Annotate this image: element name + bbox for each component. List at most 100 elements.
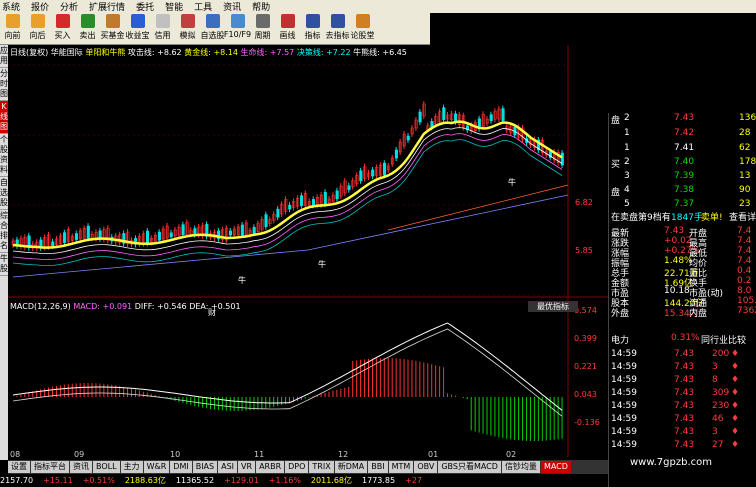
stat-value: 10.18 bbox=[664, 286, 690, 296]
price-tick: 6.82 bbox=[575, 198, 593, 207]
tab-5[interactable]: W&R bbox=[143, 461, 170, 473]
toolbar-button-12[interactable]: 指标 bbox=[300, 13, 325, 44]
tab-17[interactable]: GBS只看MACD bbox=[438, 461, 501, 473]
menu-trade[interactable]: 委托 bbox=[136, 0, 154, 13]
trade-direction: ♦ bbox=[731, 388, 740, 398]
alert-type: 卖单! bbox=[701, 213, 723, 223]
tab-0[interactable]: 设置 bbox=[8, 461, 30, 473]
tab-2[interactable]: 资讯 bbox=[70, 461, 92, 473]
candle-body bbox=[371, 169, 375, 177]
menu-tools[interactable]: 工具 bbox=[194, 0, 212, 13]
bid-level: 2 bbox=[624, 157, 630, 167]
menu-extended[interactable]: 扩展行情 bbox=[89, 0, 125, 13]
bid-row: 盘 4 7.38 90 bbox=[609, 185, 756, 198]
macd-tick: -0.136 bbox=[574, 418, 600, 427]
big-order-alert[interactable]: 在卖盘第9档有 1847手 卖单! 查看详 bbox=[609, 210, 756, 223]
menu-help[interactable]: 帮助 bbox=[252, 0, 270, 13]
menu-system[interactable]: 系统 bbox=[2, 0, 20, 13]
candle-body bbox=[501, 108, 505, 121]
toolbar-button-9[interactable]: F10/F9 bbox=[224, 13, 251, 44]
kline-chart-area[interactable]: 6.82 5.85 0.574 0.399 0.221 0.043 -0.136 牛牛牛财 日… bbox=[8, 45, 608, 457]
date-tick: 10 bbox=[170, 450, 181, 459]
tab-7[interactable]: BIAS bbox=[192, 461, 218, 473]
toolbar-button-6[interactable]: 信用 bbox=[150, 13, 175, 44]
toolbar-button-2[interactable]: 买入 bbox=[50, 13, 75, 44]
tab-4[interactable]: 主力 bbox=[120, 461, 143, 473]
fund-icon bbox=[105, 14, 120, 28]
chart-marker: 牛 bbox=[508, 177, 516, 187]
candle-body bbox=[51, 241, 55, 247]
ticker-sz-amount: 2011.68亿 bbox=[310, 476, 353, 485]
sector-pct: 0.31% bbox=[671, 333, 700, 343]
stat-row: 外盘15.34万内盘7362 bbox=[609, 306, 756, 319]
alert-size: 1847手 bbox=[671, 213, 703, 223]
tab-11[interactable]: DPO bbox=[285, 461, 309, 473]
tab-12[interactable]: TRIX bbox=[309, 461, 334, 473]
bid-row: 3 7.39 13 bbox=[609, 171, 756, 183]
tab-9[interactable]: VR bbox=[238, 461, 256, 473]
menu-news[interactable]: 资讯 bbox=[223, 0, 241, 13]
toolbar-button-7[interactable]: 模拟 bbox=[175, 13, 200, 44]
sector-row: 电力 0.31% 同行业比较 bbox=[609, 333, 756, 346]
simulate-icon bbox=[180, 14, 195, 28]
bid-volume: 13 bbox=[739, 171, 751, 181]
trade-price: 7.43 bbox=[674, 349, 695, 359]
toolbar-button-5[interactable]: 收益宝 bbox=[125, 13, 150, 44]
toolbar-button-3[interactable]: 卖出 bbox=[75, 13, 100, 44]
tab-10[interactable]: ARBR bbox=[256, 461, 285, 473]
toolbar-label: 周期 bbox=[254, 31, 271, 40]
tab-18[interactable]: 信钞均量 bbox=[501, 461, 540, 473]
trade-time: 14:59 bbox=[611, 427, 637, 437]
kline-svg: 6.825.850.5740.3990.2210.043-0.136牛牛牛财 bbox=[8, 45, 608, 457]
ticker-sz-pct: +1.16% bbox=[268, 476, 301, 485]
date-tick: 12 bbox=[338, 450, 349, 459]
trade-row: 14:59 7.43 27 ♦ bbox=[609, 440, 756, 452]
sidebar-item-apps[interactable]: 应用 bbox=[0, 45, 8, 68]
diff-line bbox=[12, 322, 563, 411]
tab-3[interactable]: BOLL bbox=[93, 461, 120, 473]
bid-level: 4 bbox=[624, 185, 630, 195]
tab-16[interactable]: OBV bbox=[414, 461, 438, 473]
trade-volume: 200 bbox=[712, 349, 730, 359]
tab-14[interactable]: BBI bbox=[368, 461, 388, 473]
toolbar-button-4[interactable]: 买基金 bbox=[100, 13, 125, 44]
menu-smart[interactable]: 智能 bbox=[165, 0, 183, 13]
toolbar-button-0[interactable]: 向前 bbox=[0, 13, 25, 44]
toolbar-label: 买基金 bbox=[100, 31, 125, 40]
tab-15[interactable]: MTM bbox=[388, 461, 414, 473]
sidebar-item-ranking[interactable]: 综合排名 bbox=[0, 210, 8, 253]
toolbar-button-13[interactable]: 去指标 bbox=[325, 13, 350, 44]
date-axis: 08 09 10 11 12 01 02 bbox=[8, 450, 608, 460]
diff-value: DIFF: +0.546 bbox=[134, 302, 187, 311]
sidebar-item-kline[interactable]: K线图 bbox=[0, 101, 8, 134]
tab-1[interactable]: 指标平台 bbox=[31, 461, 69, 473]
sidebar-item-watchlist[interactable]: 自选股 bbox=[0, 177, 8, 210]
ask-row: 盘 2 7.43 136 bbox=[609, 113, 756, 126]
bid-row: 1 7.41 62 bbox=[609, 143, 756, 155]
toolbar-button-11[interactable]: 画线 bbox=[275, 13, 300, 44]
macd-tick: 0.399 bbox=[574, 334, 597, 343]
toolbar-label: 信用 bbox=[154, 31, 171, 40]
toolbar-button-10[interactable]: 周期 bbox=[250, 13, 275, 44]
toolbar-label: 买入 bbox=[54, 31, 71, 40]
life-line-value: 生命线: +7.57 bbox=[240, 48, 295, 57]
sidebar-item-profile[interactable]: 个股资料 bbox=[0, 134, 8, 177]
candle-body bbox=[359, 170, 363, 182]
trade-row: 14:59 7.43 8 ♦ bbox=[609, 375, 756, 387]
candle-body bbox=[323, 191, 327, 205]
toolbar-button-14[interactable]: 论股堂 bbox=[350, 13, 375, 44]
tab-13[interactable]: 新DMA bbox=[334, 461, 368, 473]
ask-price: 7.43 bbox=[674, 113, 695, 123]
tab-8[interactable]: ASI bbox=[218, 461, 238, 473]
candle-body bbox=[228, 230, 233, 236]
toolbar-button-1[interactable]: 向后 bbox=[25, 13, 50, 44]
tab-19[interactable]: MACD bbox=[540, 461, 571, 473]
toolbar-button-8[interactable]: 自选股 bbox=[200, 13, 225, 44]
best-indicator-button[interactable]: 最优指标 bbox=[528, 301, 578, 312]
menu-quote[interactable]: 报价 bbox=[31, 0, 49, 13]
sidebar-item-bull[interactable]: 牛股 bbox=[0, 253, 8, 276]
tab-6[interactable]: DMI bbox=[170, 461, 192, 473]
menu-analysis[interactable]: 分析 bbox=[60, 0, 78, 13]
sidebar-item-intraday[interactable]: 分时图 bbox=[0, 68, 8, 101]
toolbar-label: 指标 bbox=[304, 31, 321, 40]
